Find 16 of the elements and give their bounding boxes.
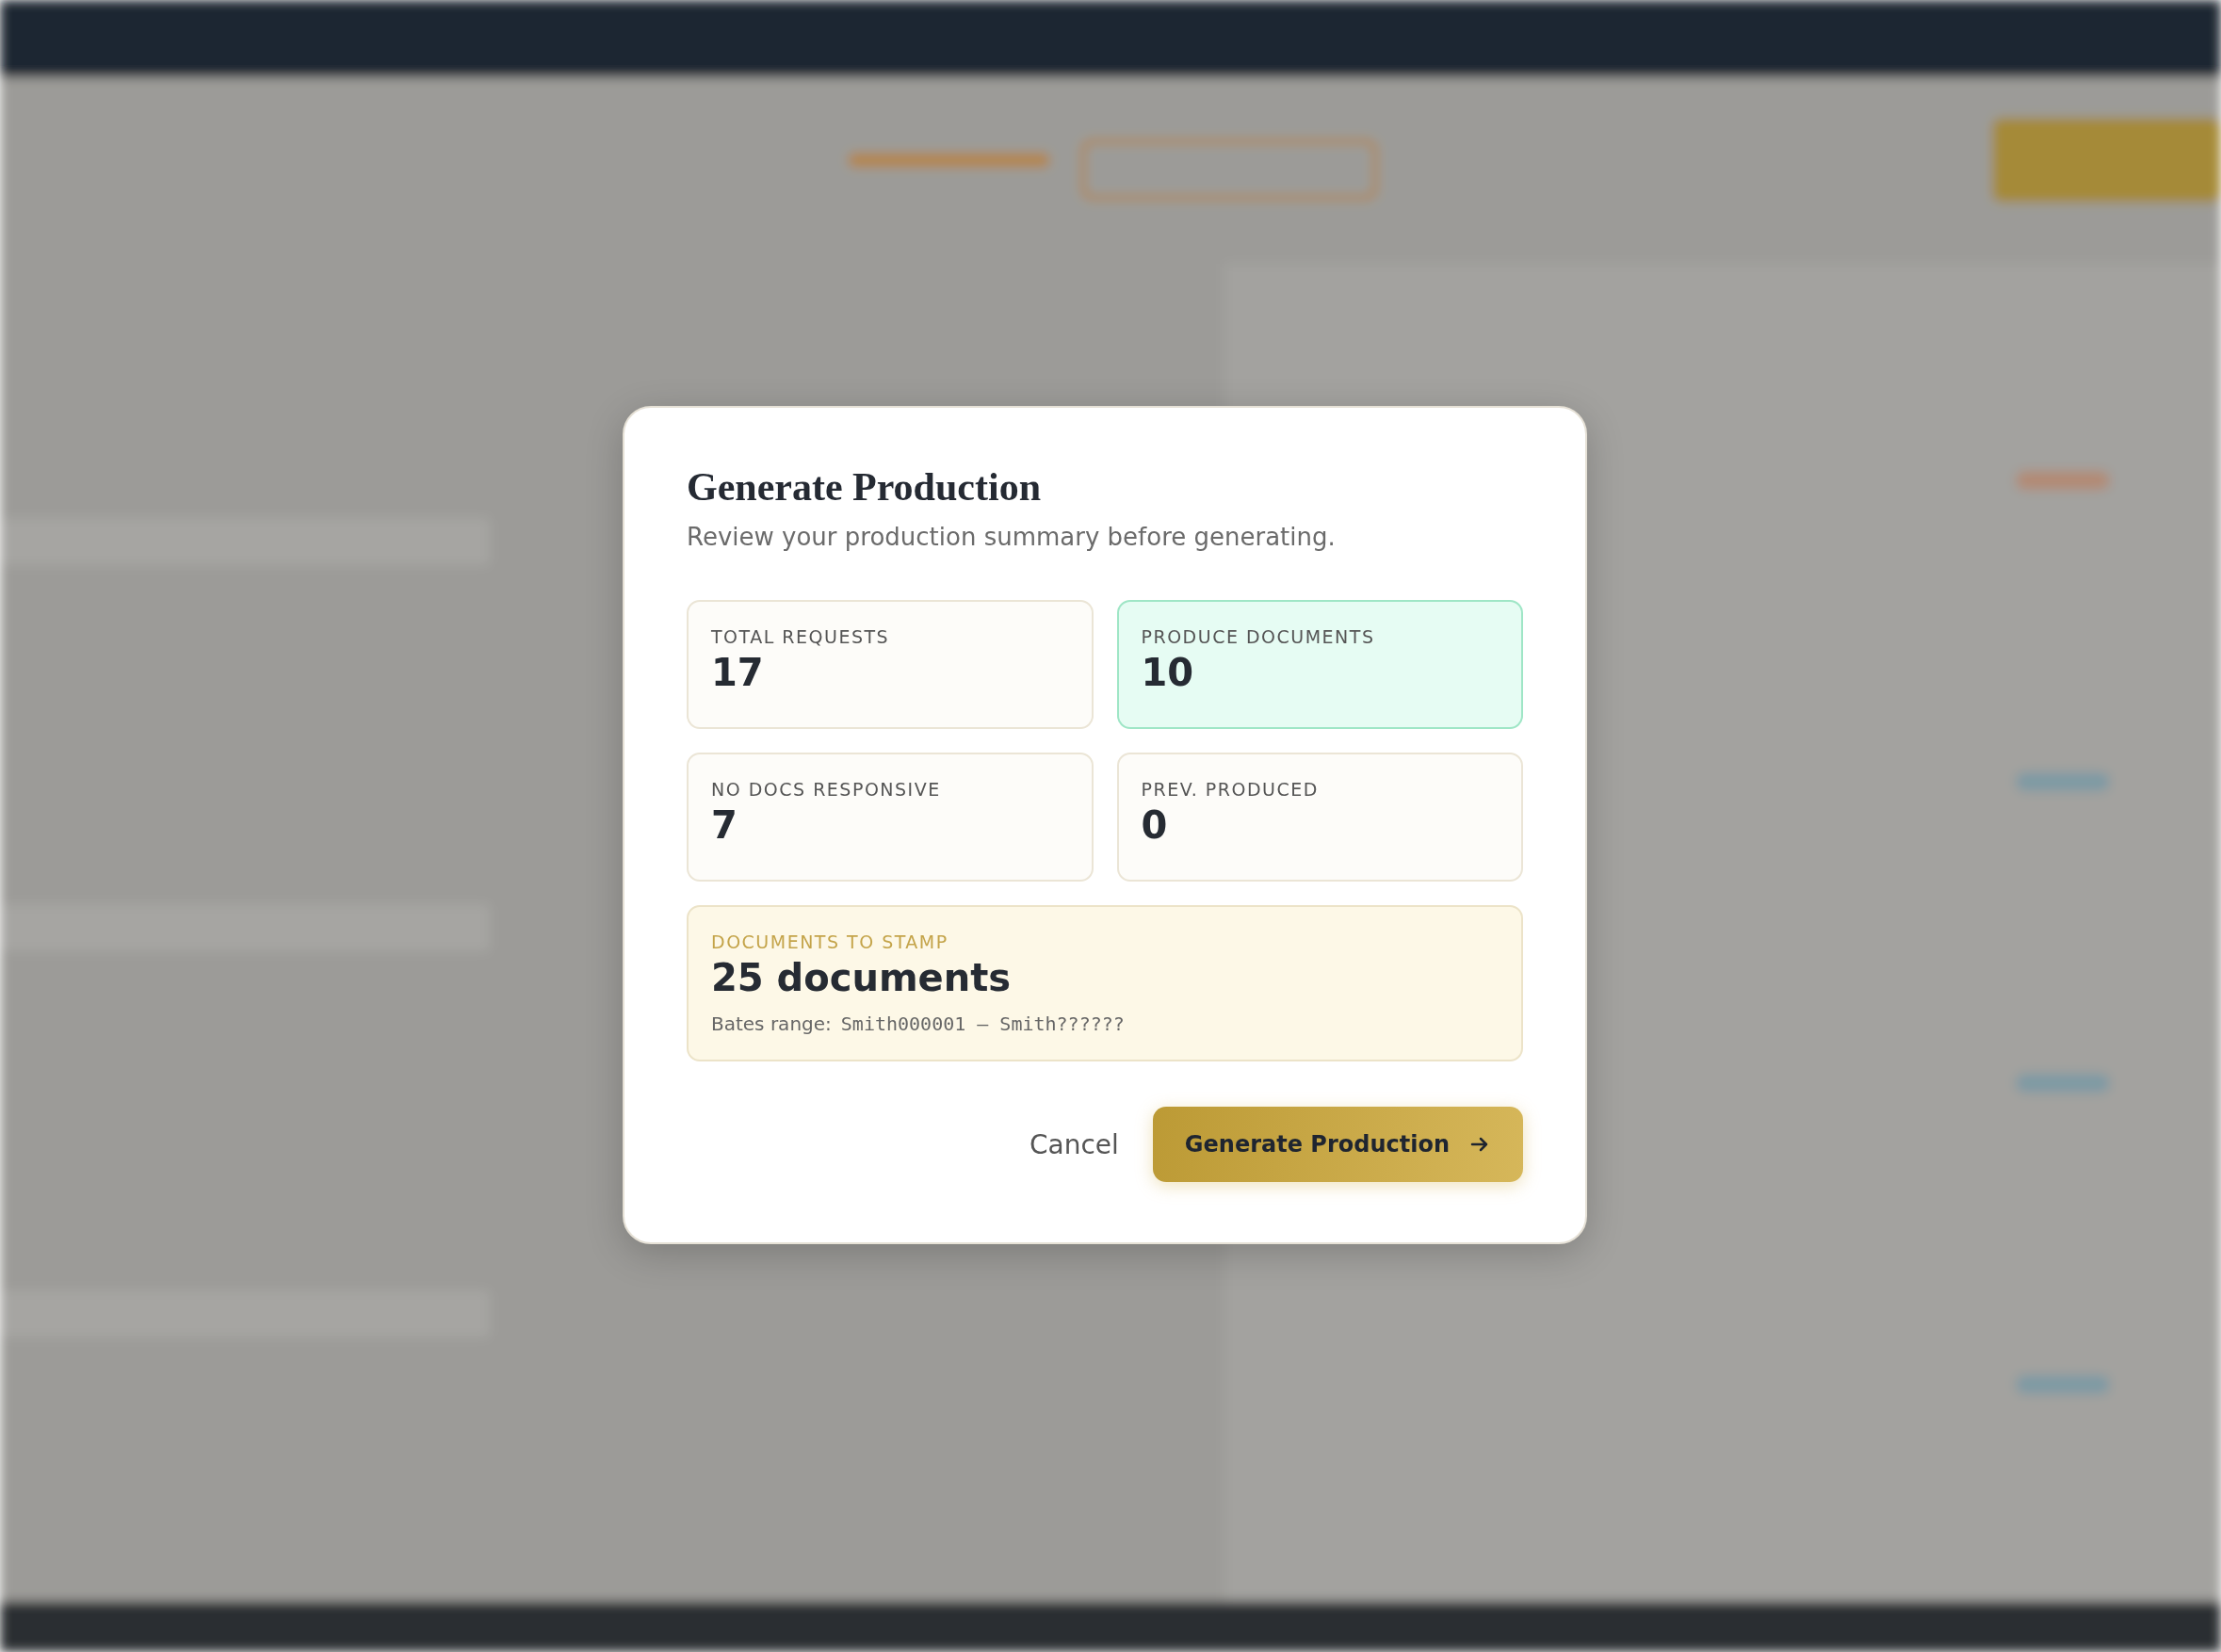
dialog-subtitle: Review your production summary before generating. [687, 523, 1337, 551]
generate-button[interactable]: Generate Production [1152, 1107, 1523, 1182]
stamp-value: 25 documents [711, 956, 1013, 999]
stat-value: 10 [1141, 651, 1195, 694]
stat-label: NO DOCS RESPONSIVE [711, 779, 942, 800]
stat-label: TOTAL REQUESTS [711, 626, 891, 647]
cancel-button[interactable]: Cancel [1029, 1119, 1119, 1170]
bates-range-value: Smith000001 – Smith?????? [840, 1012, 1125, 1035]
stat-value: 17 [711, 651, 765, 694]
bates-range-label: Bates range: [711, 1012, 832, 1035]
stat-value: 0 [1141, 803, 1169, 847]
dialog-title: Generate Production [687, 464, 1042, 510]
stat-label: PRODUCE DOCUMENTS [1141, 626, 1376, 647]
stamp-label: DOCUMENTS TO STAMP [711, 931, 949, 952]
stat-label: PREV. PRODUCED [1141, 779, 1320, 800]
stat-value: 7 [711, 803, 738, 847]
